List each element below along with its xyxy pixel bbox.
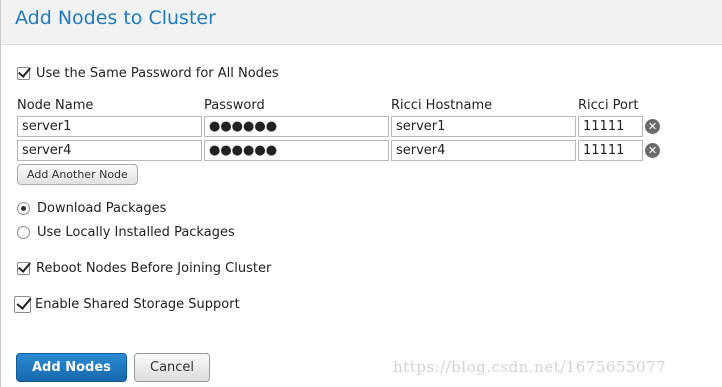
dialog-title: Add Nodes to Cluster (15, 7, 216, 29)
node-name-input[interactable]: server4 (17, 140, 202, 161)
add-nodes-dialog: Add Nodes to Cluster Use the Same Passwo… (0, 0, 722, 387)
ricci-hostname-input[interactable]: server1 (391, 116, 576, 137)
ricci-port-input[interactable]: 11111 (578, 140, 643, 161)
same-password-option[interactable]: Use the Same Password for All Nodes (17, 66, 279, 81)
shared-storage-checkbox[interactable] (14, 296, 31, 313)
download-packages-radio[interactable] (17, 202, 30, 215)
download-packages-option[interactable]: Download Packages (17, 201, 166, 216)
local-packages-option[interactable]: Use Locally Installed Packages (17, 225, 235, 240)
reboot-checkbox[interactable] (17, 262, 30, 275)
same-password-label: Use the Same Password for All Nodes (36, 66, 279, 81)
password-input[interactable]: ●●●●●● (204, 116, 389, 137)
add-nodes-button[interactable]: Add Nodes (16, 353, 127, 382)
cancel-button[interactable]: Cancel (134, 353, 211, 382)
same-password-checkbox[interactable] (17, 67, 30, 80)
column-header-ricci-hostname: Ricci Hostname (391, 98, 493, 113)
ricci-hostname-input[interactable]: server4 (391, 140, 576, 161)
dialog-header: Add Nodes to Cluster (1, 0, 722, 45)
reboot-label: Reboot Nodes Before Joining Cluster (36, 261, 272, 276)
local-packages-label: Use Locally Installed Packages (37, 225, 235, 240)
remove-node-icon[interactable]: ✕ (645, 143, 660, 158)
password-input[interactable]: ●●●●●● (204, 140, 389, 161)
column-header-password: Password (204, 98, 265, 113)
local-packages-radio[interactable] (17, 226, 30, 239)
download-packages-label: Download Packages (37, 201, 167, 216)
add-another-node-button[interactable]: Add Another Node (17, 164, 138, 185)
reboot-option[interactable]: Reboot Nodes Before Joining Cluster (17, 261, 271, 276)
column-header-node-name: Node Name (17, 98, 94, 113)
node-name-input[interactable]: server1 (17, 116, 202, 137)
watermark-text: https://blog.csdn.net/1675655077 (393, 358, 667, 376)
shared-storage-option[interactable]: Enable Shared Storage Support (14, 296, 240, 313)
column-header-ricci-port: Ricci Port (578, 98, 639, 113)
ricci-port-input[interactable]: 11111 (578, 116, 643, 137)
remove-node-icon[interactable]: ✕ (645, 119, 660, 134)
shared-storage-label: Enable Shared Storage Support (35, 297, 240, 312)
